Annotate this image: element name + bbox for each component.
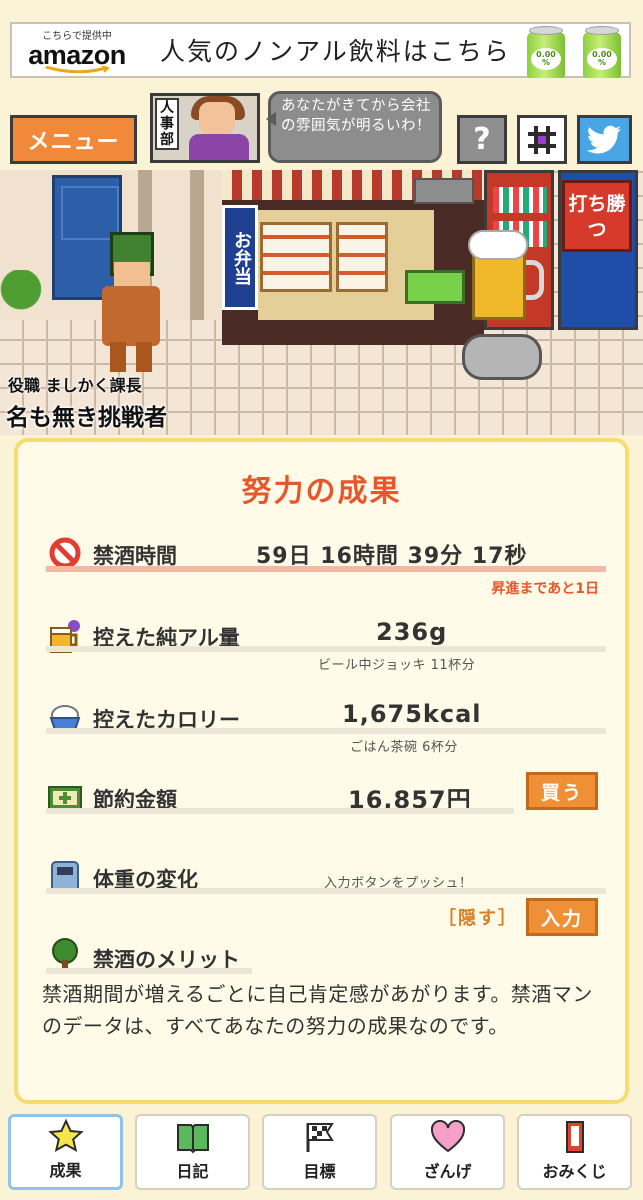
alcohol-underline: [46, 646, 606, 652]
fight-button[interactable]: 打ち勝つ: [562, 180, 632, 252]
nav-item-omikuji[interactable]: おみくじ: [517, 1114, 632, 1190]
player-face: [114, 262, 150, 286]
menu-button[interactable]: メニュー: [10, 115, 137, 164]
wall-pillar: [190, 170, 204, 320]
beer-mug-enemy: [462, 230, 552, 390]
hashtag-icon: [528, 125, 556, 154]
can-label: 0.00 %: [531, 48, 561, 70]
omikuji-icon: [565, 1121, 584, 1153]
beer-glass: [472, 250, 526, 320]
alcohol-equivalent: ビール中ジョッキ 11杯分: [318, 658, 476, 673]
nav-label: 日記: [176, 1162, 209, 1181]
food-display-case: [260, 222, 332, 292]
help-button[interactable]: ?: [457, 115, 507, 164]
amazon-logo: こちらで提供中 amazon: [12, 24, 142, 76]
star-icon: [47, 1119, 84, 1152]
player-leg: [136, 342, 152, 372]
card-title: 努力の成果: [241, 474, 402, 509]
ad-headline[interactable]: 人気のノンアル飲料はこちら: [160, 32, 511, 68]
nav-item-results[interactable]: 成果: [8, 1114, 123, 1190]
buy-button[interactable]: 買う: [526, 772, 598, 810]
merit-underline: [46, 968, 252, 974]
calories-value: 1,675kcal: [342, 700, 482, 728]
nav-label: 目標: [303, 1162, 336, 1181]
calories-equivalent: ごはん茶碗 6杯分: [350, 740, 458, 755]
alcohol-value: 236g: [376, 618, 448, 646]
amazon-smile-icon: [45, 65, 110, 73]
input-button[interactable]: 入力: [526, 898, 598, 936]
flag-icon: [306, 1123, 334, 1152]
abstinence-underline: [46, 566, 606, 572]
tree-icon: [52, 938, 78, 971]
nav-item-diary[interactable]: 日記: [135, 1114, 250, 1190]
job-title: 役職 ましかく課長: [8, 376, 142, 395]
beer-foam: [468, 230, 528, 260]
no-drinking-icon: [49, 537, 81, 569]
hashtag-button[interactable]: [517, 115, 567, 164]
promotion-text: 昇進まであと1日: [491, 581, 599, 597]
nav-label: ざんげ: [423, 1162, 472, 1181]
drink-can-icon: 0.00 %: [579, 26, 625, 78]
player-character: [96, 232, 166, 372]
calories-underline: [46, 728, 606, 734]
hide-link[interactable]: ［隠す］: [438, 904, 518, 930]
ad-product-image: 0.00 % 0.00 %: [523, 26, 625, 78]
potted-plant-icon: [0, 270, 42, 318]
hr-label: 人事部: [155, 98, 179, 150]
hr-character-face: [199, 102, 235, 136]
speech-bubble: あなたがきてから会社の雰囲気が明るいわ！: [266, 91, 442, 163]
bottom-nav: 成果 日記 目標 ざんげ おみくじ: [0, 1112, 643, 1200]
weight-underline: [46, 888, 606, 894]
bento-shop: お弁当: [222, 170, 484, 345]
player-name: 名も無き挑戦者: [6, 405, 167, 431]
player-suit: [102, 286, 160, 346]
ad-banner[interactable]: こちらで提供中 amazon 人気のノンアル飲料はこちら 0.00 % 0.00…: [10, 22, 631, 78]
nav-item-confession[interactable]: ざんげ: [390, 1114, 505, 1190]
book-icon: [176, 1124, 209, 1154]
beer-handle: [526, 260, 544, 300]
merit-description: 禁酒期間が増えるごとに自己肯定感があがります。禁酒マンのデータは、すべてあなたの…: [42, 982, 593, 1038]
green-signboard: [405, 270, 465, 304]
drink-can-icon: 0.00 %: [523, 26, 569, 78]
shop-vent: [414, 178, 474, 204]
hr-avatar[interactable]: 人事部: [150, 93, 260, 163]
shop-sign: お弁当: [222, 205, 258, 310]
nav-item-goals[interactable]: 目標: [262, 1114, 377, 1190]
nav-label: 成果: [49, 1161, 82, 1180]
results-card: 努力の成果 禁酒時間 59日 16時間 39分 17秒 昇進まであと1日 控えた…: [14, 438, 629, 1104]
beer-wheel: [462, 334, 542, 380]
game-scene: お弁当 役職 ましかく課長 名も無き挑戦者: [0, 170, 643, 435]
player-leg: [110, 342, 126, 372]
heart-icon: [430, 1120, 465, 1153]
twitter-bird-icon: [586, 125, 621, 153]
nav-label: おみくじ: [542, 1162, 607, 1181]
amazon-wordmark: amazon: [28, 39, 126, 70]
can-label: 0.00 %: [587, 48, 617, 70]
savings-underline: [46, 808, 514, 814]
twitter-button[interactable]: [577, 115, 632, 164]
hr-character-body: [189, 134, 249, 160]
food-display-case: [336, 222, 388, 292]
